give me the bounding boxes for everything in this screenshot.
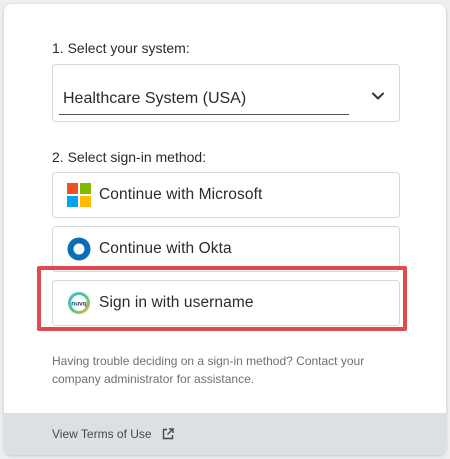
microsoft-button-label: Continue with Microsoft xyxy=(99,186,263,203)
view-terms-link[interactable]: View Terms of Use xyxy=(52,427,152,441)
username-button-label: Sign in with username xyxy=(99,294,254,311)
continue-with-microsoft-button[interactable]: Continue with Microsoft xyxy=(52,172,400,218)
footer: View Terms of Use xyxy=(4,413,446,455)
svg-text:nuvq: nuvq xyxy=(71,301,87,308)
sign-in-with-username-button[interactable]: nuvq Sign in with username xyxy=(52,280,400,326)
system-select[interactable]: Healthcare System (USA) xyxy=(52,64,400,122)
chevron-down-icon xyxy=(372,92,384,100)
step2-label: 2. Select sign-in method: xyxy=(52,149,207,165)
okta-button-label: Continue with Okta xyxy=(99,240,232,257)
okta-logo-icon xyxy=(67,237,91,261)
external-link-icon[interactable] xyxy=(162,428,174,440)
continue-with-okta-button[interactable]: Continue with Okta xyxy=(52,226,400,272)
step1-label: 1. Select your system: xyxy=(52,40,190,56)
help-text: Having trouble deciding on a sign-in met… xyxy=(52,354,365,386)
select-underline xyxy=(59,114,349,115)
microsoft-logo-icon xyxy=(67,183,91,207)
user-logo-icon: nuvq xyxy=(68,292,90,314)
system-select-value: Healthcare System (USA) xyxy=(63,90,247,107)
sign-in-card: 1. Select your system: Healthcare System… xyxy=(4,4,446,455)
